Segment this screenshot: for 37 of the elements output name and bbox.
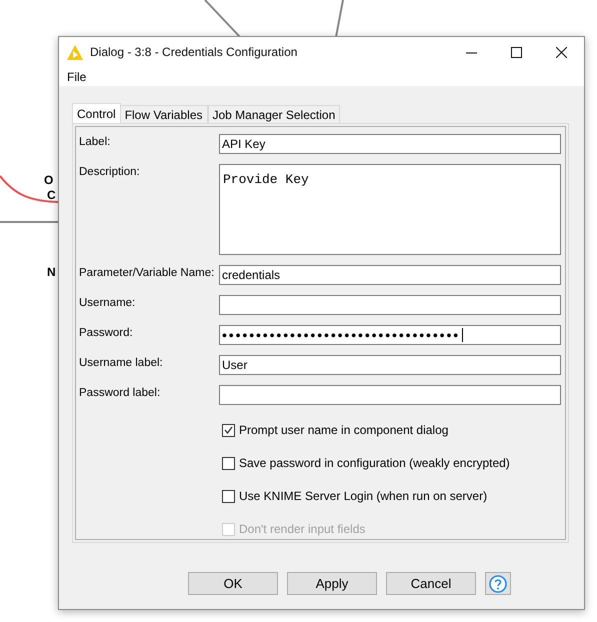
dialog-button[interactable]: OK (188, 572, 278, 595)
input-field[interactable] (219, 295, 561, 315)
help-icon (489, 574, 507, 592)
close-icon (556, 46, 567, 58)
checkbox[interactable] (222, 456, 235, 470)
help-button[interactable] (485, 572, 511, 595)
tab[interactable]: Job Manager Selection (208, 105, 340, 123)
input-field[interactable]: User (219, 355, 561, 375)
checkbox-option[interactable]: Save password in configuration (weakly encrypted) (222, 455, 561, 471)
connection-line (0, 175, 58, 203)
node-label: O (44, 172, 54, 189)
field-label: Password label: (79, 386, 162, 401)
tab[interactable]: Control (72, 103, 121, 123)
maximize-icon (511, 46, 522, 58)
app-logo-icon (67, 44, 83, 60)
dialog-button[interactable]: Cancel (386, 572, 476, 595)
node-label: C (47, 187, 56, 204)
dialog-button[interactable]: Apply (287, 572, 377, 595)
checkbox-option[interactable]: Use KNIME Server Login (when run on server) (222, 488, 561, 504)
node-label: N (47, 264, 56, 281)
menu-item[interactable]: File (67, 68, 86, 86)
input-field[interactable] (219, 385, 561, 405)
field-label: Description: (79, 165, 141, 180)
field-label: Label: (79, 135, 112, 150)
input-field[interactable]: credentials (219, 265, 561, 285)
field-label: Parameter/Variable Name: (79, 266, 216, 281)
window-title: Dialog - 3:8 - Credentials Configuration (90, 44, 298, 61)
field-label: Username: (79, 296, 136, 311)
checkbox[interactable] (222, 490, 235, 502)
field-label: Password: (79, 326, 134, 341)
input-field[interactable]: API Key (219, 134, 561, 154)
password-field[interactable]: ••••••••••••••••••••••••••••••••••• (219, 325, 561, 345)
description-field[interactable]: Provide Key (219, 164, 561, 255)
checkbox[interactable] (222, 424, 235, 436)
checkbox-option[interactable]: Prompt user name in component dialog (222, 422, 561, 438)
tab[interactable]: Flow Variables (120, 105, 208, 123)
field-label: Username label: (79, 356, 164, 371)
